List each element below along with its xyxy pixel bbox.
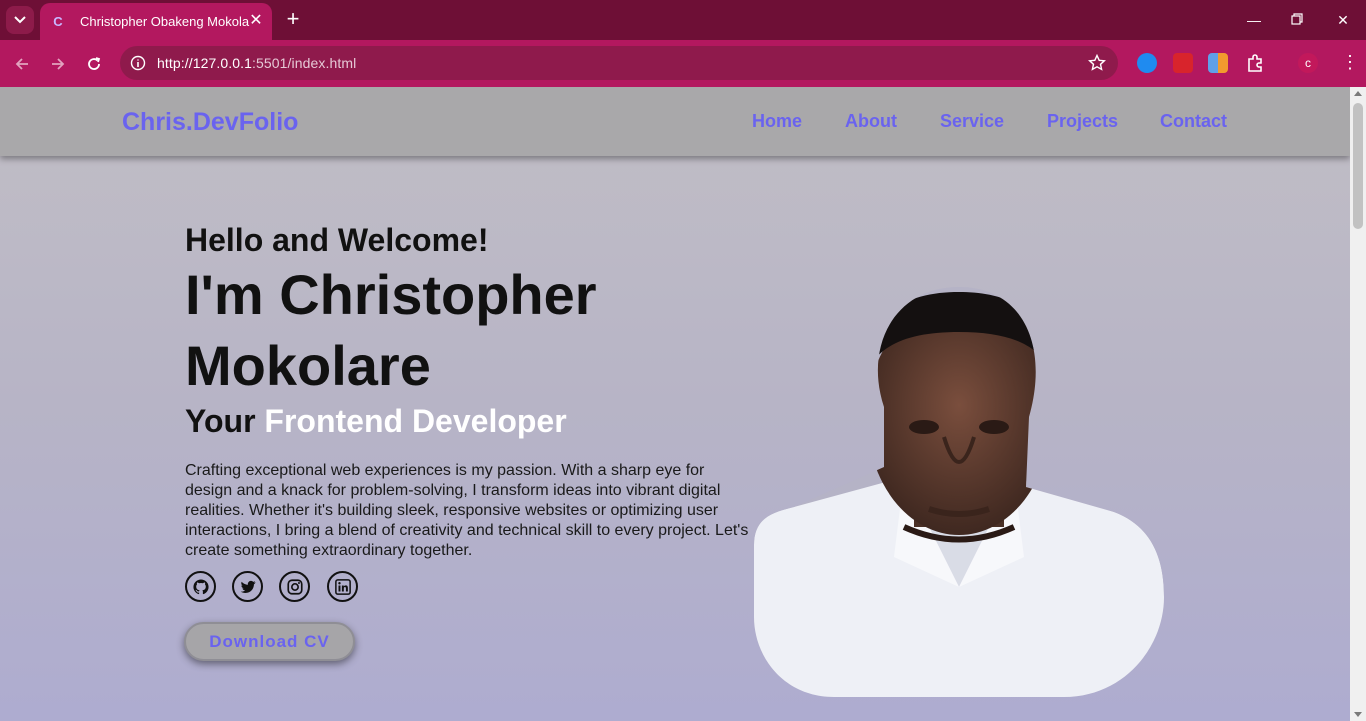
menu-kebab-icon[interactable]: ⋮ — [1340, 53, 1360, 73]
linkedin-link[interactable] — [327, 571, 358, 602]
hero-name: I'm Christopher Mokolare — [185, 263, 597, 397]
extensions-puzzle-icon[interactable] — [1245, 53, 1265, 73]
nav-about[interactable]: About — [845, 111, 897, 132]
arrow-right-icon — [52, 58, 65, 70]
arrow-left-icon — [15, 58, 28, 70]
url-text: http://127.0.0.1:5501/index.html — [157, 55, 357, 71]
nav-contact[interactable]: Contact — [1160, 111, 1227, 132]
browser-tab-active[interactable]: C Christopher Obakeng Mokolare ✕ — [40, 3, 272, 40]
hero-role: Your Frontend Developer — [185, 403, 567, 440]
twitter-link[interactable] — [232, 571, 263, 602]
tab-search-button[interactable] — [6, 6, 34, 34]
reload-icon — [88, 57, 101, 70]
restore-icon[interactable] — [1285, 8, 1309, 32]
instagram-link[interactable] — [279, 571, 310, 602]
linkedin-icon — [334, 578, 351, 595]
extension-shazam-icon[interactable] — [1137, 53, 1157, 73]
extension-acrobat-icon[interactable] — [1173, 53, 1193, 73]
page-scrollbar[interactable] — [1350, 87, 1366, 721]
scroll-down-icon[interactable] — [1354, 712, 1362, 717]
download-cv-button[interactable]: Download CV — [184, 622, 355, 661]
scroll-thumb[interactable] — [1353, 103, 1363, 229]
close-tab-icon[interactable]: ✕ — [248, 13, 264, 29]
github-icon — [192, 578, 209, 594]
nav-projects[interactable]: Projects — [1047, 111, 1118, 132]
role-highlight: Frontend Developer — [264, 403, 567, 439]
address-bar[interactable]: http://127.0.0.1:5501/index.html — [120, 46, 1118, 80]
extension-color-icon[interactable] — [1208, 53, 1228, 73]
nav-home[interactable]: Home — [752, 111, 802, 132]
site-header: Chris.DevFolio Home About Service Projec… — [0, 87, 1350, 156]
site-logo[interactable]: Chris.DevFolio — [122, 108, 298, 137]
chevron-down-icon — [14, 16, 26, 24]
role-prefix: Your — [185, 403, 256, 439]
twitter-icon — [240, 580, 255, 593]
minimize-icon[interactable]: — — [1242, 8, 1266, 32]
nav-service[interactable]: Service — [940, 111, 1004, 132]
page-viewport: Chris.DevFolio Home About Service Projec… — [0, 87, 1350, 721]
hero-greeting: Hello and Welcome! — [185, 222, 489, 258]
profile-photo — [754, 287, 1164, 697]
tab-title: Christopher Obakeng Mokolare — [80, 14, 250, 29]
hero-description: Crafting exceptional web experiences is … — [185, 462, 749, 559]
browser-toolbar: http://127.0.0.1:5501/index.html — [0, 40, 1366, 87]
new-tab-button[interactable]: + — [282, 8, 304, 30]
site-info-icon[interactable] — [130, 55, 146, 71]
profile-avatar[interactable]: c — [1298, 53, 1318, 73]
github-link[interactable] — [185, 571, 216, 602]
instagram-icon — [286, 578, 303, 595]
forward-button[interactable] — [46, 52, 70, 76]
favicon-icon: C — [53, 14, 63, 29]
scroll-up-icon[interactable] — [1354, 91, 1362, 96]
bookmark-star-icon[interactable] — [1088, 54, 1106, 72]
close-window-icon[interactable]: ✕ — [1331, 8, 1355, 32]
browser-tabbar: C Christopher Obakeng Mokolare ✕ + — ✕ — [0, 0, 1366, 40]
reload-button[interactable] — [82, 52, 106, 76]
back-button[interactable] — [10, 52, 34, 76]
